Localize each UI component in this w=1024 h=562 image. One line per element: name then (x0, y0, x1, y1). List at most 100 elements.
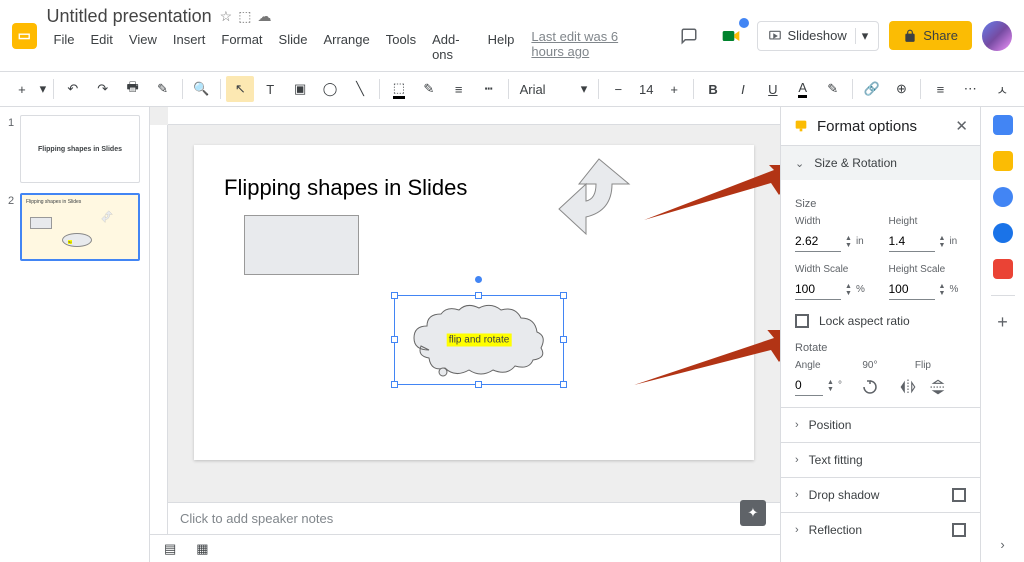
tasks-icon[interactable] (993, 187, 1013, 207)
resize-handle[interactable] (560, 336, 567, 343)
font-size-inc[interactable]: + (660, 76, 688, 102)
border-color-tool[interactable]: ✎ (415, 76, 443, 102)
rotate-handle[interactable] (475, 276, 482, 283)
highlight-tool[interactable]: ✎ (819, 76, 847, 102)
resize-handle[interactable] (560, 381, 567, 388)
underline-tool[interactable]: U (759, 76, 787, 102)
section-size-rotation[interactable]: ⌄ Size & Rotation (781, 146, 980, 180)
width-scale-stepper[interactable]: ▲▼ (845, 283, 852, 297)
textbox-tool[interactable]: T (256, 76, 284, 102)
slide-title-text[interactable]: Flipping shapes in Slides (224, 175, 467, 201)
collapse-toolbar[interactable]: ㅅ (988, 76, 1016, 102)
height-input[interactable] (889, 231, 935, 252)
paint-format-tool[interactable]: ✎ (149, 76, 177, 102)
align-tool[interactable]: ≡ (926, 76, 954, 102)
width-scale-input[interactable] (795, 279, 841, 300)
menu-file[interactable]: File (47, 29, 82, 65)
rotate-90-button[interactable] (860, 377, 880, 397)
line-tool[interactable]: ╲ (346, 76, 374, 102)
width-stepper[interactable]: ▲▼ (845, 235, 852, 249)
angle-input[interactable] (795, 375, 823, 396)
reflection-checkbox[interactable] (952, 523, 966, 537)
menu-help[interactable]: Help (481, 29, 522, 65)
height-stepper[interactable]: ▲▼ (939, 235, 946, 249)
border-dash-tool[interactable]: ┅ (475, 76, 503, 102)
more-tools[interactable]: ⋯ (956, 76, 984, 102)
fill-color-tool[interactable]: ⬚ (385, 76, 413, 102)
resize-handle[interactable] (560, 292, 567, 299)
selection-box[interactable] (394, 295, 564, 385)
select-tool[interactable]: ↖ (226, 76, 254, 102)
italic-tool[interactable]: I (729, 76, 757, 102)
resize-handle[interactable] (391, 381, 398, 388)
last-edit-link[interactable]: Last edit was 6 hours ago (531, 29, 652, 65)
resize-handle[interactable] (391, 336, 398, 343)
menu-tools[interactable]: Tools (379, 29, 423, 65)
comment-tool[interactable]: ⊕ (888, 76, 916, 102)
slideshow-button[interactable]: Slideshow ▾ (757, 21, 880, 51)
speaker-notes[interactable]: Click to add speaker notes (168, 502, 780, 534)
resize-handle[interactable] (475, 381, 482, 388)
move-icon[interactable]: ⬚ (238, 8, 251, 25)
section-reflection[interactable]: ›Reflection (781, 513, 980, 547)
grid-view-icon[interactable]: ▦ (196, 541, 208, 557)
redo-tool[interactable]: ↷ (89, 76, 117, 102)
cloud-status-icon[interactable]: ☁ (257, 8, 271, 25)
font-size-input[interactable]: 14 (634, 79, 658, 100)
canvas-area[interactable]: Flipping shapes in Slides flip and rotat… (150, 107, 780, 562)
flip-horizontal-button[interactable] (898, 377, 918, 397)
slide-thumb-2[interactable]: 2 Flipping shapes in Slides flip (8, 193, 141, 261)
menu-addons[interactable]: Add-ons (425, 29, 479, 65)
link-tool[interactable]: 🔗 (858, 76, 886, 102)
slides-logo[interactable]: ▭ (12, 23, 37, 49)
border-weight-tool[interactable]: ≡ (445, 76, 473, 102)
flip-vertical-button[interactable] (928, 377, 948, 397)
lock-aspect-checkbox[interactable] (795, 314, 809, 328)
menu-view[interactable]: View (122, 29, 164, 65)
width-input[interactable] (795, 231, 841, 252)
new-slide-dropdown[interactable]: ▾ (38, 76, 48, 102)
meet-icon[interactable] (715, 20, 747, 52)
drop-shadow-checkbox[interactable] (952, 488, 966, 502)
resize-handle[interactable] (391, 292, 398, 299)
undo-tool[interactable]: ↶ (59, 76, 87, 102)
section-text-fitting[interactable]: ›Text fitting (781, 443, 980, 477)
text-color-tool[interactable]: A (789, 76, 817, 102)
explore-button[interactable]: ✦ (740, 500, 766, 526)
font-size-dec[interactable]: − (604, 76, 632, 102)
menu-edit[interactable]: Edit (84, 29, 120, 65)
rectangle-shape[interactable] (244, 215, 359, 275)
calendar-icon[interactable] (993, 115, 1013, 135)
menu-arrange[interactable]: Arrange (316, 29, 376, 65)
star-icon[interactable]: ☆ (220, 8, 233, 25)
collapse-rail-icon[interactable]: › (1000, 537, 1004, 552)
new-slide-tool[interactable]: + (8, 76, 36, 102)
resize-handle[interactable] (475, 292, 482, 299)
comments-icon[interactable] (673, 20, 705, 52)
menu-insert[interactable]: Insert (166, 29, 213, 65)
zoom-tool[interactable]: 🔍 (188, 76, 216, 102)
maps-icon[interactable] (993, 259, 1013, 279)
menu-slide[interactable]: Slide (272, 29, 315, 65)
doc-title[interactable]: Untitled presentation (47, 6, 212, 27)
section-position[interactable]: ›Position (781, 408, 980, 442)
angle-stepper[interactable]: ▲▼ (827, 379, 834, 393)
image-tool[interactable]: ▣ (286, 76, 314, 102)
shape-tool[interactable]: ◯ (316, 76, 344, 102)
user-avatar[interactable] (982, 21, 1012, 51)
filmstrip-view-icon[interactable]: ▤ (164, 541, 176, 557)
height-scale-stepper[interactable]: ▲▼ (939, 283, 946, 297)
slide-canvas[interactable]: Flipping shapes in Slides flip and rotat… (194, 145, 754, 460)
panel-close-icon[interactable]: ✕ (955, 117, 968, 135)
height-scale-input[interactable] (889, 279, 935, 300)
curved-arrow-shape[interactable] (544, 149, 644, 249)
contacts-icon[interactable] (993, 223, 1013, 243)
menu-format[interactable]: Format (214, 29, 269, 65)
print-tool[interactable]: 🖶 (119, 76, 147, 102)
section-drop-shadow[interactable]: ›Drop shadow (781, 478, 980, 512)
bold-tool[interactable]: B (699, 76, 727, 102)
font-select[interactable]: Arial▾ (514, 78, 594, 100)
slide-thumb-1[interactable]: 1 Flipping shapes in Slides (8, 115, 141, 183)
keep-icon[interactable] (993, 151, 1013, 171)
share-button[interactable]: Share (889, 21, 972, 50)
